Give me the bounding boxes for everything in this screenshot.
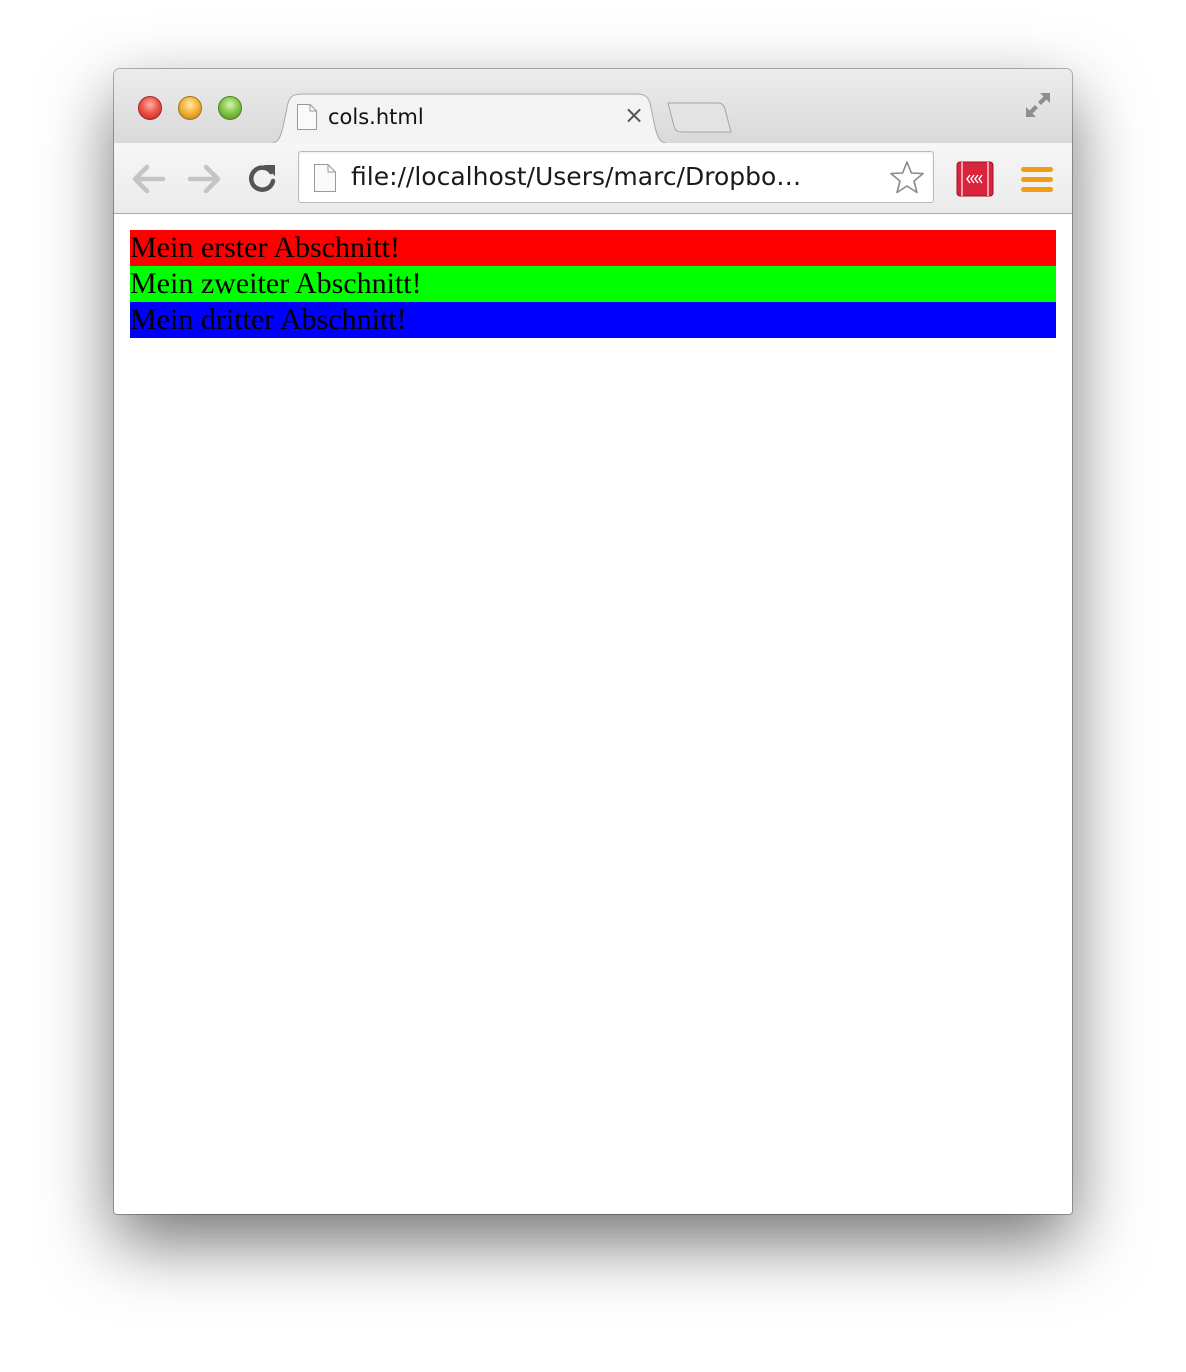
new-tab-button[interactable] [666,101,734,140]
browser-window: cols.html × file://localhost/Users/marc/… [114,69,1072,1214]
arrow-right-icon [187,164,221,194]
url-text[interactable]: file://localhost/Users/marc/Dropbo… [351,162,881,191]
address-bar[interactable]: file://localhost/Users/marc/Dropbo… [298,151,934,203]
reload-button[interactable] [244,161,280,197]
window-close-button[interactable] [138,96,162,120]
back-button[interactable] [131,161,167,197]
section-second: Mein zweiter Abschnitt! [130,266,1056,302]
tab-strip: cols.html × [114,69,1072,145]
extension-icon[interactable] [956,161,994,202]
window-zoom-button[interactable] [218,96,242,120]
arrow-left-icon [132,164,166,194]
toolbar: file://localhost/Users/marc/Dropbo… [114,143,1072,214]
hamburger-menu-icon[interactable] [1020,165,1054,200]
tab-cols-html[interactable]: cols.html × [264,93,674,145]
page-icon [313,163,337,198]
section-first: Mein erster Abschnitt! [130,230,1056,266]
tab-close-button[interactable]: × [622,103,646,127]
window-minimize-button[interactable] [178,96,202,120]
page-content: Mein erster Abschnitt! Mein zweiter Absc… [114,214,1072,1214]
tab-title: cols.html [328,105,424,129]
fullscreen-icon[interactable] [1022,89,1054,126]
bookmark-star-icon[interactable] [889,160,925,201]
section-third: Mein dritter Abschnitt! [130,302,1056,338]
reload-icon [249,165,276,192]
forward-button[interactable] [186,161,222,197]
